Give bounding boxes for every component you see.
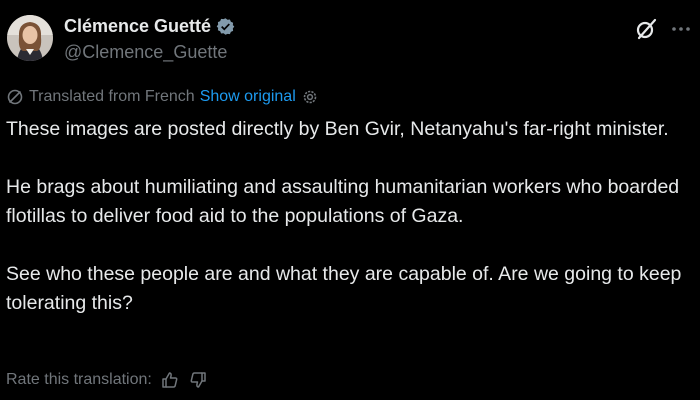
grok-icon[interactable]	[634, 16, 660, 42]
name-row: Clémence Guetté	[64, 15, 235, 37]
translate-icon	[6, 88, 24, 106]
post-paragraph: He brags about humiliating and assaultin…	[6, 176, 680, 227]
rate-translation-row: Rate this translation:	[6, 370, 208, 390]
more-options-icon[interactable]	[668, 16, 694, 42]
gear-icon[interactable]	[301, 88, 319, 106]
show-original-link[interactable]: Show original	[200, 87, 296, 107]
thumbs-up-icon[interactable]	[160, 370, 180, 390]
thumbs-down-icon[interactable]	[188, 370, 208, 390]
post: Clémence Guetté @Clemence_Guette Transla…	[0, 0, 700, 400]
post-text: These images are posted directly by Ben …	[6, 115, 686, 347]
verified-badge-icon	[216, 17, 235, 36]
rate-translation-label: Rate this translation:	[6, 371, 152, 388]
translation-row: Translated from French Show original	[6, 87, 319, 107]
translated-label: Translated from French	[29, 88, 195, 105]
post-paragraph: See who these people are and what they a…	[6, 263, 682, 314]
avatar[interactable]	[7, 15, 53, 61]
post-paragraph: These images are posted directly by Ben …	[6, 118, 669, 140]
author-handle[interactable]: @Clemence_Guette	[64, 41, 227, 63]
display-name[interactable]: Clémence Guetté	[64, 15, 211, 37]
